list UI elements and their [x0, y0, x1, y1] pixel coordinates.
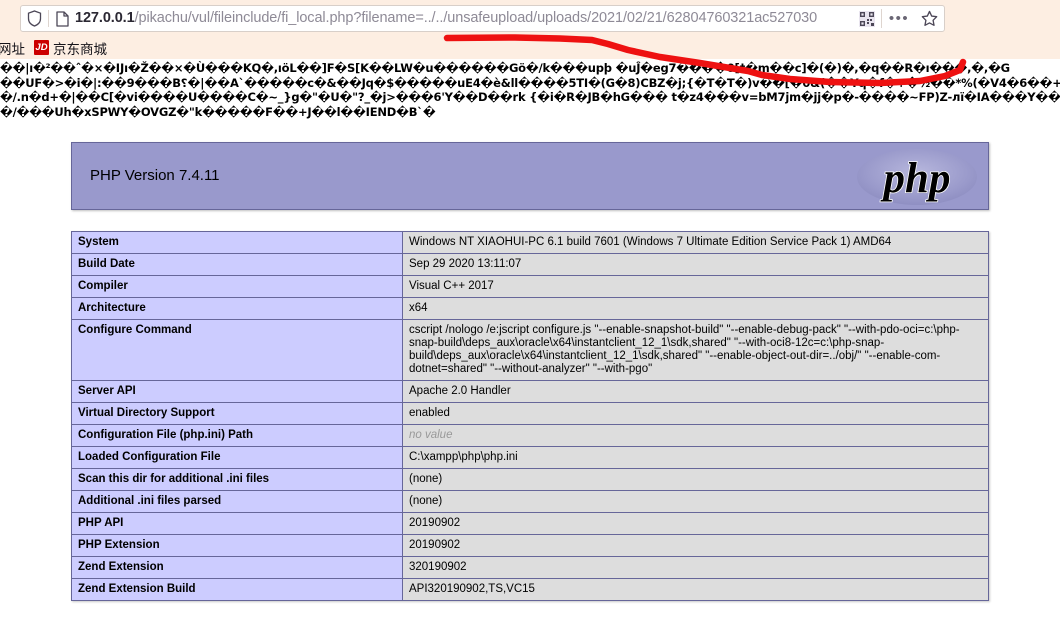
browser-chrome: 127.0.0.1/pikachu/vul/fileinclude/fi_loc… [0, 0, 1060, 59]
urlbar-divider-2 [881, 9, 882, 28]
table-row: Zend Extension 320190902 [71, 556, 989, 580]
qr-code-icon[interactable] [855, 10, 879, 27]
row-value: (none) [402, 490, 989, 514]
row-key: Server API [71, 380, 403, 404]
phpinfo-table-body: System Windows NT XIAOHUI-PC 6.1 build 7… [71, 231, 989, 602]
binary-garbage-line: ��UF�>�i�|:��9���B؟�|��Aˋ�����c�&��Jq�$�… [0, 75, 1060, 90]
phpinfo-header: PHP Version 7.4.11 php [71, 142, 989, 211]
row-key: PHP API [71, 512, 403, 536]
row-value: API320190902,TS,VC15 [402, 578, 989, 602]
jd-badge-icon: JD [34, 40, 49, 55]
table-row: Configuration File (php.ini) Path no val… [71, 424, 989, 448]
table-row: System Windows NT XIAOHUI-PC 6.1 build 7… [71, 231, 989, 255]
row-value: (none) [402, 468, 989, 492]
table-row: PHP API 20190902 [71, 512, 989, 536]
row-value: no value [402, 424, 989, 448]
row-value: enabled [402, 402, 989, 426]
row-key: Architecture [71, 297, 403, 321]
binary-garbage-line: �/���Uh�xSPWY�OVGZ�"k�����F��+J��l��IEND… [0, 104, 436, 119]
row-value: Windows NT XIAOHUI-PC 6.1 build 7601 (Wi… [402, 231, 989, 255]
bookmark-label: 京东商城 [53, 41, 107, 57]
row-key: Compiler [71, 275, 403, 299]
binary-garbage-line: ��|ı�²��ˆ�×�Ĳı�Ž��×�Ù���KQ�,ıöL��]F�S[K�… [0, 61, 1010, 75]
bookmark-item-wangzhi[interactable]: 网址 [0, 37, 25, 59]
row-value: cscript /nologo /e:jscript configure.js … [402, 319, 989, 382]
row-value: 320190902 [402, 556, 989, 580]
row-key: Configuration File (php.ini) Path [71, 424, 403, 448]
binary-garbage-text: ��|ı�²��ˆ�×�Ĳı�Ž��×�Ù���KQ�,ıöL��]F�S[K�… [0, 59, 1060, 119]
table-row: Loaded Configuration File C:\xampp\php\p… [71, 446, 989, 470]
row-key: Build Date [71, 253, 403, 277]
row-key: PHP Extension [71, 534, 403, 558]
row-key: Zend Extension Build [71, 578, 403, 602]
table-row: Additional .ini files parsed (none) [71, 490, 989, 514]
php-logo-icon: php [857, 149, 977, 206]
row-value: 20190902 [402, 512, 989, 536]
page-content: ��|ı�²��ˆ�×�Ĳı�Ž��×�Ù���KQ�,ıöL��]F�S[K�… [0, 59, 1060, 628]
row-key: Zend Extension [71, 556, 403, 580]
row-value: Visual C++ 2017 [402, 275, 989, 299]
row-value: C:\xampp\php\php.ini [402, 446, 989, 470]
bookmarks-bar: 网址 JD 京东商城 [0, 36, 1060, 59]
row-key: System [71, 231, 403, 255]
row-value: Sep 29 2020 13:11:07 [402, 253, 989, 277]
url-host: 127.0.0.1 [75, 10, 135, 26]
phpinfo-report: PHP Version 7.4.11 php System Windows NT… [71, 142, 989, 602]
bookmark-item-jd[interactable]: JD 京东商城 [34, 37, 107, 59]
row-value: x64 [402, 297, 989, 321]
url-text[interactable]: 127.0.0.1/pikachu/vul/fileinclude/fi_loc… [75, 6, 855, 31]
table-row: Compiler Visual C++ 2017 [71, 275, 989, 299]
table-row: Architecture x64 [71, 297, 989, 321]
table-row: PHP Extension 20190902 [71, 534, 989, 558]
table-row: Build Date Sep 29 2020 13:11:07 [71, 253, 989, 277]
url-path: /pikachu/vul/fileinclude/fi_local.php?fi… [134, 10, 818, 26]
row-value: Apache 2.0 Handler [402, 380, 989, 404]
bookmark-star-icon[interactable] [914, 10, 944, 27]
php-version-label: PHP Version 7.4.11 [90, 167, 220, 185]
svg-text:php: php [880, 155, 951, 202]
page-actions-menu-icon[interactable]: ••• [884, 11, 914, 26]
table-row: Zend Extension Build API320190902,TS,VC1… [71, 578, 989, 602]
url-bar[interactable]: 127.0.0.1/pikachu/vul/fileinclude/fi_loc… [20, 5, 945, 32]
table-row: Scan this dir for additional .ini files … [71, 468, 989, 492]
table-row: Virtual Directory Support enabled [71, 402, 989, 426]
binary-garbage-line: �/.n�d+�|��C[�vi����U����C�~_}g�"�U�"?_�… [0, 90, 1060, 105]
page-icon [49, 10, 75, 27]
row-key: Configure Command [71, 319, 403, 382]
table-row: Configure Command cscript /nologo /e:jsc… [71, 319, 989, 382]
bookmark-label: 网址 [0, 41, 25, 57]
row-key: Scan this dir for additional .ini files [71, 468, 403, 492]
table-row: Server API Apache 2.0 Handler [71, 380, 989, 404]
phpinfo-table: System Windows NT XIAOHUI-PC 6.1 build 7… [71, 231, 989, 602]
row-value: 20190902 [402, 534, 989, 558]
shield-icon[interactable] [21, 10, 48, 27]
row-key: Additional .ini files parsed [71, 490, 403, 514]
row-key: Virtual Directory Support [71, 402, 403, 426]
row-key: Loaded Configuration File [71, 446, 403, 470]
